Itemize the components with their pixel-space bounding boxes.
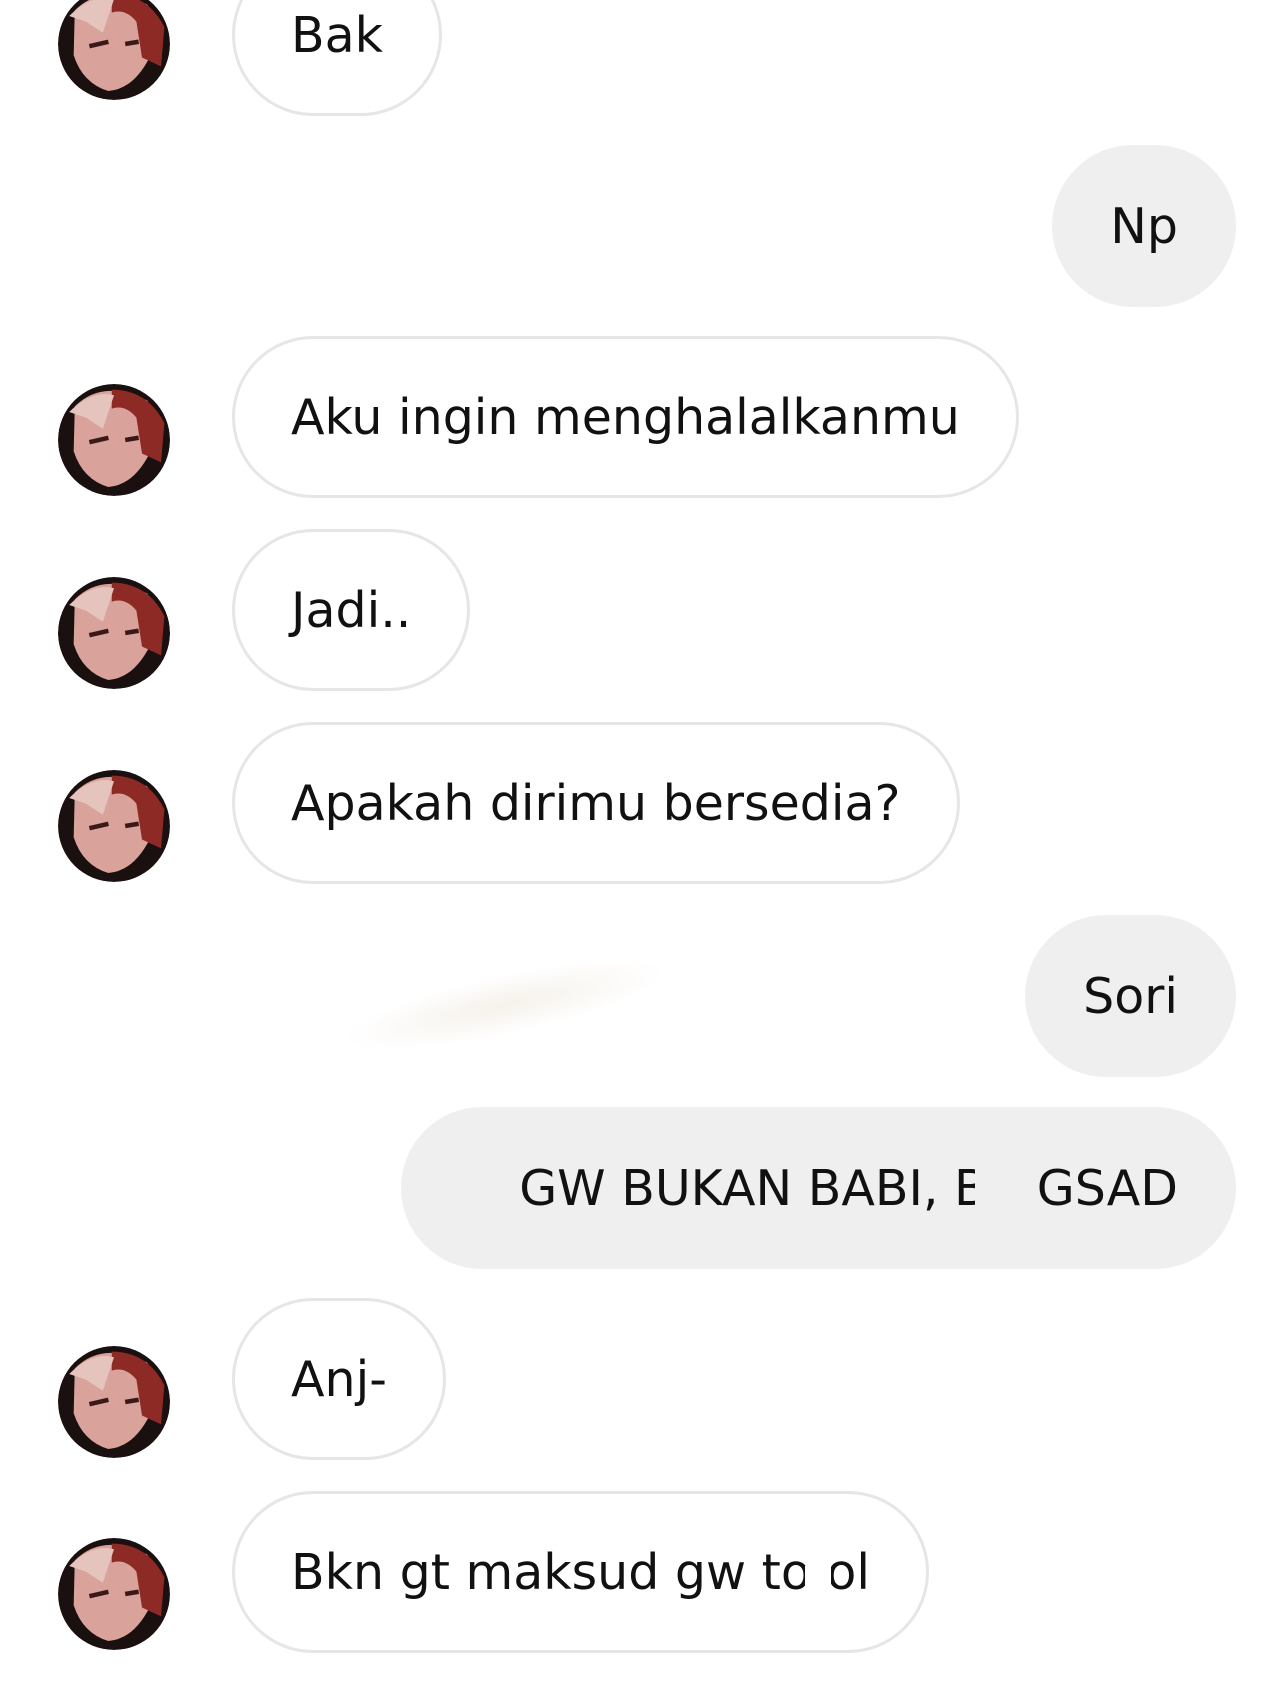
anime-avatar-icon	[58, 770, 170, 882]
message-text: Bak	[291, 6, 384, 64]
sender-avatar[interactable]	[58, 577, 170, 689]
message-bubble-received[interactable]: Jadi..	[232, 529, 471, 691]
sender-avatar[interactable]	[58, 1346, 170, 1458]
message-bubble-received[interactable]: Apakah dirimu bersedia?	[232, 722, 960, 884]
message-text: GW BUKAN BABI, BA GSAD	[519, 1159, 1178, 1217]
sender-avatar[interactable]	[58, 0, 170, 100]
sender-avatar[interactable]	[58, 1538, 170, 1650]
anime-avatar-icon	[58, 1538, 170, 1650]
message-text: Apakah dirimu bersedia?	[291, 774, 901, 832]
anime-avatar-icon	[58, 577, 170, 689]
message-text: Np	[1110, 197, 1178, 255]
redaction-mark	[975, 1162, 1033, 1220]
message-text: Jadi..	[291, 581, 412, 639]
chat-thread: Bak Np Aku ingin menghalalkanmu Jadi.. A…	[0, 0, 1280, 1706]
message-text: Anj-	[291, 1350, 387, 1408]
message-bubble-sent[interactable]: GW BUKAN BABI, BA GSAD	[401, 1107, 1236, 1269]
message-text: Bkn gt maksud gw to ol	[291, 1543, 871, 1601]
message-text: Aku ingin menghalalkanmu	[291, 388, 960, 446]
message-bubble-received[interactable]: Aku ingin menghalalkanmu	[232, 336, 1019, 498]
anime-avatar-icon	[58, 1346, 170, 1458]
message-text: Sori	[1083, 967, 1178, 1025]
anime-avatar-icon	[58, 0, 170, 100]
message-bubble-received[interactable]: Anj-	[232, 1298, 446, 1460]
message-bubble-received[interactable]: Bak	[232, 0, 443, 116]
message-bubble-sent[interactable]: Np	[1052, 145, 1236, 307]
image-artifact	[337, 941, 673, 1069]
sender-avatar[interactable]	[58, 770, 170, 882]
anime-avatar-icon	[58, 384, 170, 496]
sender-avatar[interactable]	[58, 384, 170, 496]
message-bubble-sent[interactable]: Sori	[1025, 915, 1236, 1077]
redaction-mark	[805, 1566, 831, 1624]
